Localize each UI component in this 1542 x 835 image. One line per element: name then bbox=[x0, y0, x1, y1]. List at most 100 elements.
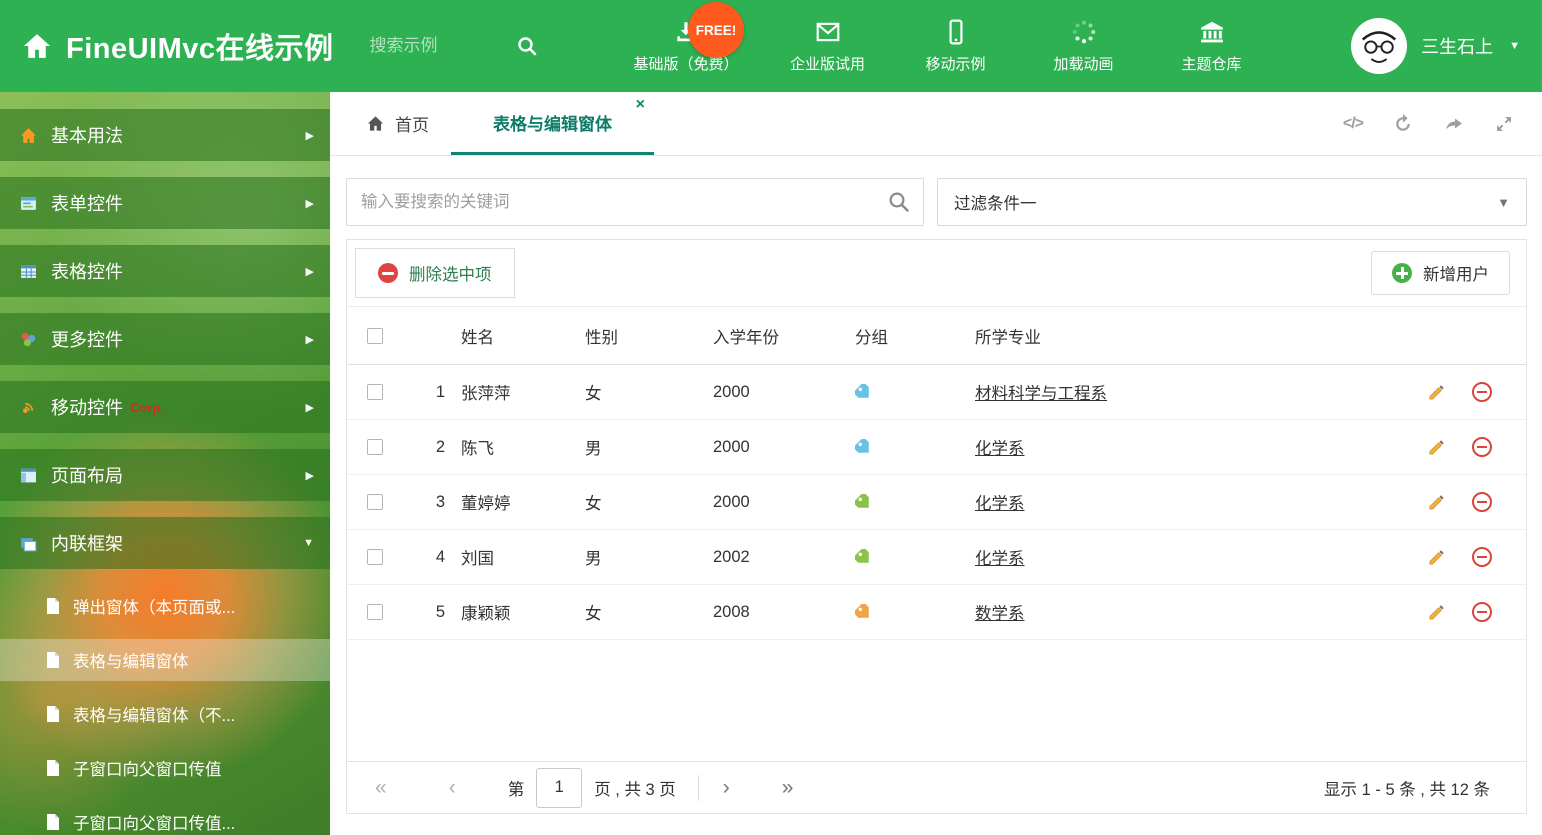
app-logo[interactable]: FineUIMvc在线示例 bbox=[22, 25, 334, 67]
prev-page-icon[interactable]: ‹ bbox=[449, 776, 456, 800]
row-checkbox[interactable] bbox=[367, 494, 383, 510]
sidebar-item-basic-usage[interactable]: 基本用法 ▶ bbox=[0, 109, 330, 161]
close-icon[interactable]: × bbox=[636, 97, 645, 113]
table-row: 4 刘国 男 2002 化学系 bbox=[347, 530, 1526, 585]
sidebar-item-more-controls[interactable]: 更多控件 ▶ bbox=[0, 313, 330, 365]
nav-item-mobile-demo[interactable]: 移动示例 bbox=[917, 19, 995, 74]
sidebar-subitem-child-to-parent[interactable]: 子窗口向父窗口传值 bbox=[0, 747, 330, 789]
sidebar-item-label: 移动控件 bbox=[51, 398, 123, 418]
delete-row-icon[interactable] bbox=[1472, 547, 1492, 567]
nav-label: 加载动画 bbox=[1053, 55, 1114, 73]
major-link[interactable]: 化学系 bbox=[975, 550, 1025, 568]
major-link[interactable]: 材料科学与工程系 bbox=[975, 385, 1107, 403]
tag-icon bbox=[855, 493, 975, 511]
row-checkbox[interactable] bbox=[367, 439, 383, 455]
sidebar-subitem-grid-edit-window-2[interactable]: 表格与编辑窗体（不... bbox=[0, 693, 330, 735]
sidebar-subitem-child-to-parent-2[interactable]: 子窗口向父窗口传值... bbox=[0, 801, 330, 835]
user-menu[interactable]: 三生石上 ▼ bbox=[1351, 18, 1520, 74]
chevron-down-icon: ▼ bbox=[1497, 194, 1510, 210]
sidebar-item-label: 表单控件 bbox=[51, 194, 123, 214]
filter-selected-value: 过滤条件一 bbox=[954, 195, 1037, 213]
table-row: 3 董婷婷 女 2000 化学系 bbox=[347, 475, 1526, 530]
arrow-right-icon: ▶ bbox=[305, 129, 314, 142]
sidebar-subitem-grid-edit-window[interactable]: 表格与编辑窗体 bbox=[0, 639, 330, 681]
page-suffix: 页 , 共 3 页 bbox=[594, 780, 676, 799]
cell-gender: 女 bbox=[585, 605, 602, 623]
sidebar-subitem-label: 弹出窗体（本页面或... bbox=[73, 599, 236, 617]
arrow-right-icon: ▶ bbox=[305, 333, 314, 346]
corp-badge: Corp. bbox=[130, 399, 164, 415]
delete-row-icon[interactable] bbox=[1472, 492, 1492, 512]
edit-icon[interactable] bbox=[1427, 603, 1446, 622]
tab-bar: 首页 表格与编辑窗体 × </> bbox=[330, 92, 1542, 156]
arrow-right-icon: ▶ bbox=[305, 197, 314, 210]
row-checkbox[interactable] bbox=[367, 604, 383, 620]
blocks-icon bbox=[20, 331, 37, 348]
search-icon[interactable] bbox=[887, 190, 911, 219]
sidebar-item-page-layout[interactable]: 页面布局 ▶ bbox=[0, 449, 330, 501]
nav-item-loading-animation[interactable]: 加载动画 bbox=[1045, 19, 1123, 74]
source-code-icon[interactable]: </> bbox=[1343, 115, 1364, 133]
delete-selected-button[interactable]: 删除选中项 bbox=[355, 248, 515, 298]
last-page-icon[interactable]: » bbox=[782, 776, 794, 800]
table-row: 1 张萍萍 女 2000 材料科学与工程系 bbox=[347, 365, 1526, 420]
add-user-button[interactable]: 新增用户 bbox=[1371, 251, 1510, 295]
major-link[interactable]: 数学系 bbox=[975, 605, 1025, 623]
major-link[interactable]: 化学系 bbox=[975, 440, 1025, 458]
edit-icon[interactable] bbox=[1427, 548, 1446, 567]
select-all-checkbox[interactable] bbox=[367, 327, 383, 344]
first-page-icon[interactable]: « bbox=[375, 776, 387, 800]
major-link[interactable]: 化学系 bbox=[975, 495, 1025, 513]
column-header-name: 姓名 bbox=[461, 328, 494, 347]
nav-item-enterprise-trial[interactable]: 企业版试用 bbox=[789, 19, 867, 74]
spinner-icon bbox=[1070, 19, 1098, 45]
header-search-input[interactable] bbox=[369, 36, 502, 56]
share-forward-icon[interactable] bbox=[1443, 114, 1464, 134]
delete-row-icon[interactable] bbox=[1472, 437, 1492, 457]
cell-year: 2000 bbox=[713, 492, 750, 511]
row-checkbox[interactable] bbox=[367, 384, 383, 400]
column-header-group: 分组 bbox=[855, 328, 888, 347]
sidebar: 基本用法 ▶ 表单控件 ▶ 表格控件 ▶ 更多控件 ▶ 移动控件 Corp. ▶… bbox=[0, 92, 330, 835]
sidebar-subitem-label: 表格与编辑窗体（不... bbox=[73, 707, 236, 725]
sidebar-item-form-controls[interactable]: 表单控件 ▶ bbox=[0, 177, 330, 229]
expand-icon[interactable] bbox=[1494, 114, 1514, 134]
home-tab-icon bbox=[366, 114, 385, 133]
filter-dropdown[interactable]: 过滤条件一 ▼ bbox=[937, 178, 1527, 226]
data-grid: 姓名 性别 入学年份 分组 所学专业 1 张萍萍 女 2000 材料科学与工程系 bbox=[347, 307, 1526, 761]
row-number: 3 bbox=[435, 492, 445, 511]
row-checkbox[interactable] bbox=[367, 549, 383, 565]
nav-label: 企业版试用 bbox=[790, 55, 866, 73]
keyword-search-input[interactable] bbox=[346, 178, 924, 226]
nav-item-theme-repo[interactable]: 主题仓库 bbox=[1173, 19, 1251, 74]
search-icon[interactable] bbox=[516, 35, 538, 57]
bank-icon bbox=[1198, 19, 1226, 45]
refresh-icon[interactable] bbox=[1393, 113, 1413, 134]
tab-home[interactable]: 首页 bbox=[344, 92, 451, 155]
tab-toolbar: </> bbox=[1343, 92, 1542, 155]
arrow-right-icon: ▶ bbox=[305, 469, 314, 482]
next-page-icon[interactable]: › bbox=[723, 776, 730, 800]
avatar bbox=[1351, 18, 1408, 74]
page-icon bbox=[46, 814, 60, 830]
edit-icon[interactable] bbox=[1427, 438, 1446, 457]
edit-icon[interactable] bbox=[1427, 493, 1446, 512]
top-header: FineUIMvc在线示例 FREE! 基础版（免费） 企业版试用 移动示例 bbox=[0, 0, 1542, 92]
page-icon bbox=[46, 706, 60, 722]
tab-grid-edit-window[interactable]: 表格与编辑窗体 × bbox=[451, 92, 654, 155]
sidebar-item-label: 更多控件 bbox=[51, 330, 123, 350]
delete-row-icon[interactable] bbox=[1472, 382, 1492, 402]
edit-icon[interactable] bbox=[1427, 383, 1446, 402]
home-icon bbox=[20, 127, 37, 144]
sidebar-item-mobile-controls[interactable]: 移动控件 Corp. ▶ bbox=[0, 381, 330, 433]
page-number-input[interactable] bbox=[536, 767, 583, 808]
row-number: 2 bbox=[435, 437, 445, 456]
record-summary: 显示 1 - 5 条 , 共 12 条 bbox=[1324, 780, 1490, 799]
cell-name: 康颖颖 bbox=[461, 605, 511, 623]
sidebar-subitem-popup-window[interactable]: 弹出窗体（本页面或... bbox=[0, 585, 330, 627]
sidebar-item-inline-frame[interactable]: 内联框架 ▼ bbox=[0, 517, 330, 569]
sidebar-subitem-label: 子窗口向父窗口传值... bbox=[73, 815, 236, 833]
column-header-major: 所学专业 bbox=[975, 328, 1041, 347]
sidebar-item-grid-controls[interactable]: 表格控件 ▶ bbox=[0, 245, 330, 297]
delete-row-icon[interactable] bbox=[1472, 602, 1492, 622]
